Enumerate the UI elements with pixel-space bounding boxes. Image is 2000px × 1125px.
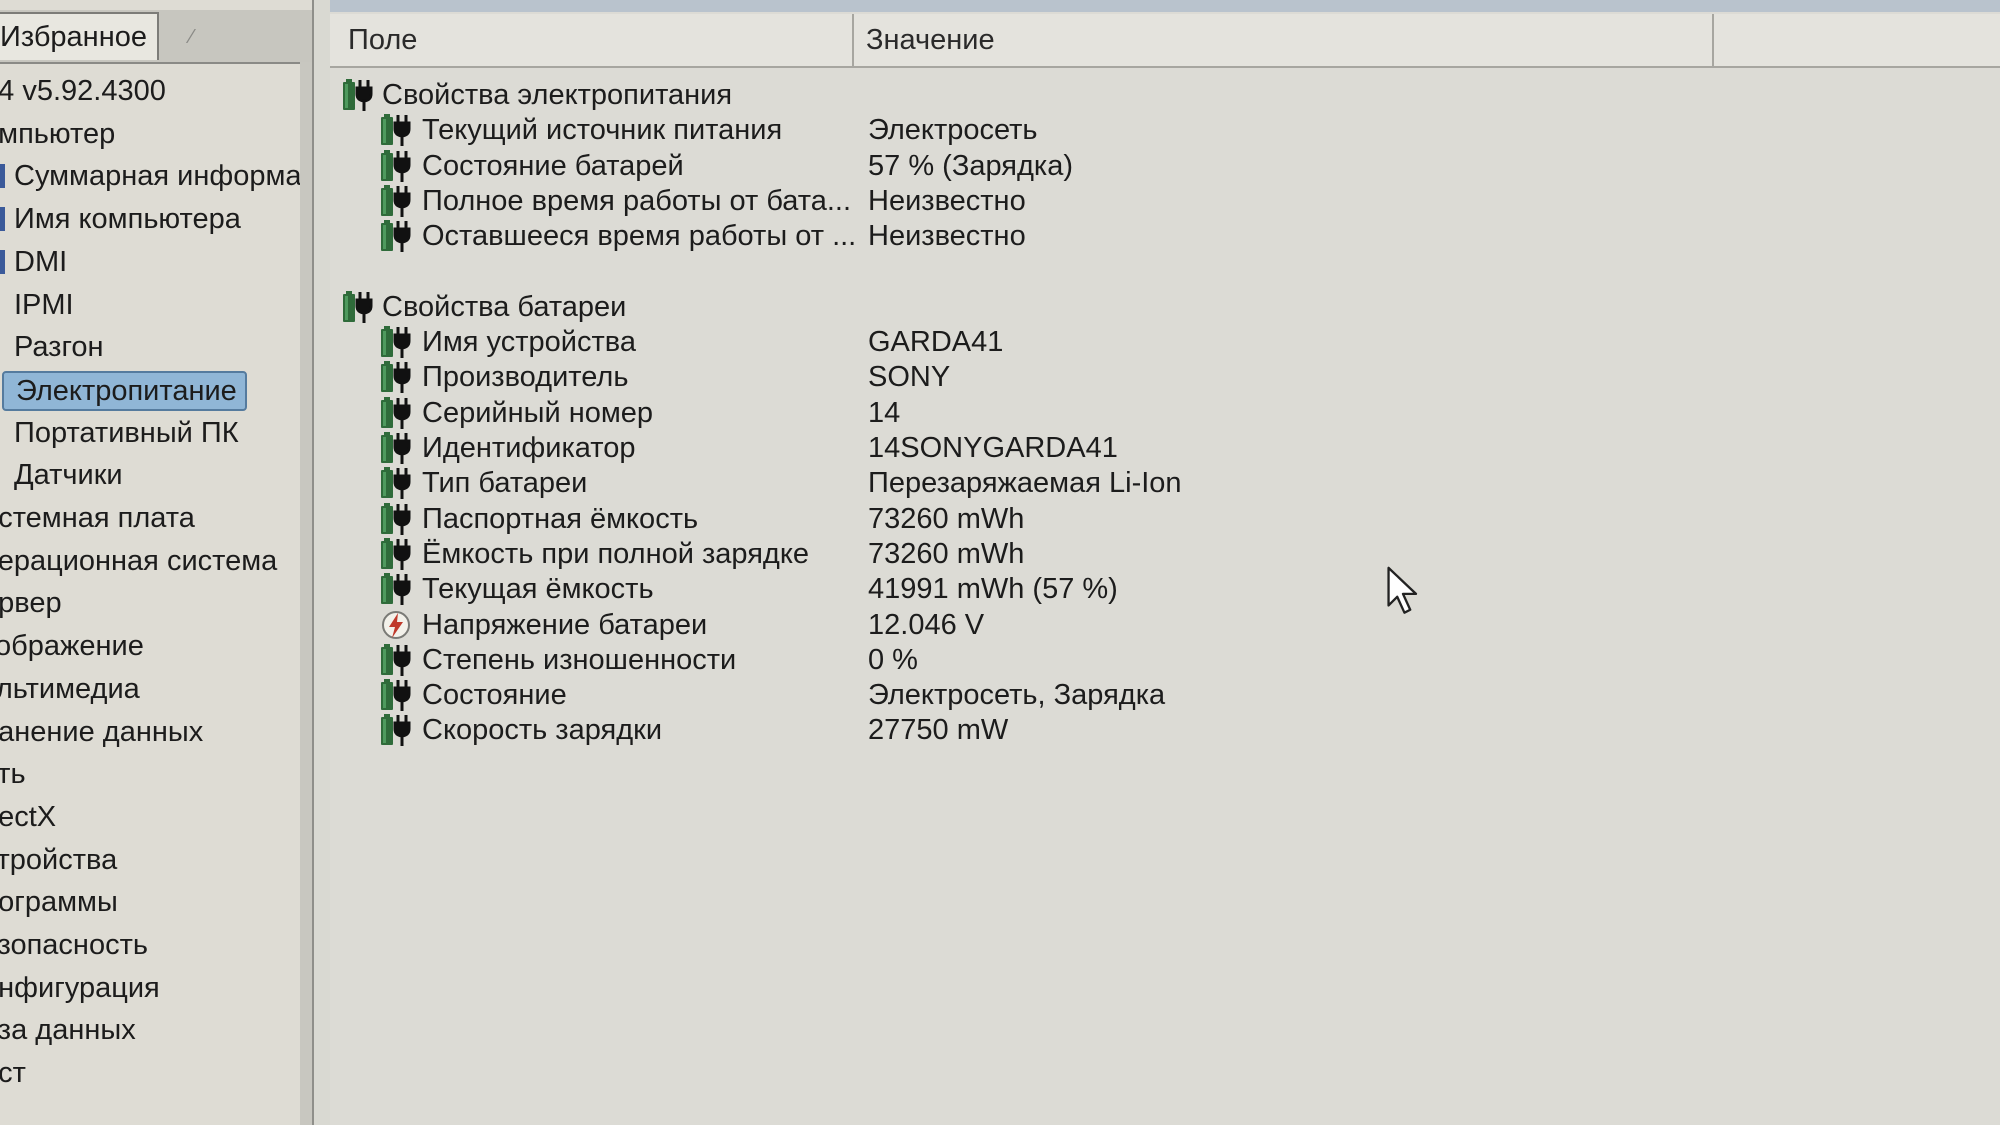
tree-item-label: 64 v5.92.4300 [0,75,166,107]
battery-plug-icon [380,502,412,536]
tree-item-label: ранение данных [0,715,204,748]
tree-item[interactable]: ест [0,1054,26,1092]
tree-item-label: Разгон [14,331,104,364]
tree-item[interactable]: истемная плата [0,499,195,537]
property-name: Скорость зарядки [422,714,663,747]
column-separator[interactable] [1712,14,1714,66]
tree-node-icon [0,164,5,189]
tree-node-icon [0,207,5,232]
left-tab-bar: Избранное ⁄ [0,10,312,64]
battery-plug-icon [380,149,412,183]
tab-menu-icon[interactable]: ⁄ [190,26,193,49]
tree-item[interactable]: онфигурация [0,969,160,1007]
navigation-panel: Избранное ⁄ 64 v5.92.4300 омпьютер Суммарн… [0,0,314,1125]
toolbar-strip [330,0,2000,12]
battery-plug-icon [380,325,412,359]
tree-item-selected[interactable]: Электропитание [2,370,247,411]
tree-item-label: еть [0,758,26,791]
tree-item[interactable]: стройства [0,841,117,879]
tree-item[interactable]: IPMI [14,286,74,324]
tree-item[interactable]: ервер [0,584,62,622]
details-panel: Поле Значение Свойства электропитания Тек… [330,0,2000,1125]
tree-item-label: онфигурация [0,971,160,1004]
tree-item[interactable]: DMI [0,243,68,281]
property-name: Оставшееся время работы от ... [422,220,857,253]
battery-plug-icon [380,431,412,465]
tree-item-label: ультимедиа [0,672,140,705]
tree-item[interactable]: ранение данных [0,713,203,751]
navigation-tree: 64 v5.92.4300 омпьютер Суммарная информа Им… [0,68,312,1125]
tree-item[interactable]: Разгон [14,328,104,366]
tree-item-label: Датчики [14,459,123,492]
property-list: Свойства электропитания Текущий источник … [330,74,2000,1124]
tree-item-label: рограммы [0,886,118,919]
battery-plug-icon [380,643,412,677]
battery-plug-icon [342,78,374,112]
battery-plug-icon [342,290,374,324]
tree-item-label: аза данных [0,1014,136,1047]
column-header-value[interactable]: Значение [866,14,995,66]
mouse-cursor-icon [1387,566,1418,614]
tree-item-label: перационная система [0,544,278,577]
tree-item-label: IPMI [14,288,74,321]
tree-item-label: Суммарная информа [14,160,302,193]
tree-item[interactable]: Суммарная информа [0,157,302,195]
tree-item-label: ервер [0,587,62,620]
property-row[interactable]: Скорость зарядки 27750 mW [330,709,2000,751]
tree-item-label: стройства [0,843,118,876]
battery-plug-icon [380,713,412,747]
tree-item[interactable]: омпьютер [0,115,115,153]
tree-item[interactable]: рограммы [0,883,118,921]
tree-item-label: ест [0,1057,26,1090]
property-row[interactable]: Оставшееся время работы от ... Неизвестно [330,215,2000,257]
battery-plug-icon [380,678,412,712]
tree-item-label: Электропитание [16,374,237,407]
tab-favorites[interactable]: Избранное [0,12,159,60]
property-value: Неизвестно [868,220,1026,253]
battery-plug-icon [380,572,412,606]
battery-plug-icon [380,184,412,218]
battery-plug-icon [380,466,412,500]
tree-item[interactable]: Датчики [14,456,123,494]
column-header: Поле Значение [330,14,2000,68]
tree-item[interactable]: перационная система [0,542,277,580]
battery-plug-icon [380,219,412,253]
property-value: 27750 mW [868,714,1009,747]
tree-item-label: истемная плата [0,502,195,534]
tree-node-icon [0,249,5,274]
tree-item-label: тображение [0,630,144,663]
voltage-icon [380,608,412,642]
tree-item[interactable]: тображение [0,627,144,665]
tree-item-label: омпьютер [0,117,116,150]
tree-item-label: DMI [14,245,68,278]
tree-item[interactable]: Имя компьютера [0,200,241,238]
tree-item[interactable]: езопасность [0,926,148,964]
battery-plug-icon [380,537,412,571]
tree-item-label: irectX [0,800,57,833]
tree-scrollbar[interactable] [300,62,312,1125]
battery-plug-icon [380,113,412,147]
tree-item-label: Имя компьютера [14,203,241,236]
tree-item-label: Портативный ПК [14,416,239,449]
battery-plug-icon [380,396,412,430]
tree-item[interactable]: 64 v5.92.4300 [0,72,166,110]
tree-item[interactable]: irectX [0,798,56,836]
tree-item[interactable]: Портативный ПК [14,414,239,452]
tree-item[interactable]: ультимедиа [0,670,140,708]
battery-plug-icon [380,360,412,394]
column-separator[interactable] [852,14,854,66]
column-header-field[interactable]: Поле [348,14,417,66]
tree-item[interactable]: еть [0,755,26,793]
tree-item-label: езопасность [0,929,148,961]
tree-item[interactable]: аза данных [0,1011,136,1049]
